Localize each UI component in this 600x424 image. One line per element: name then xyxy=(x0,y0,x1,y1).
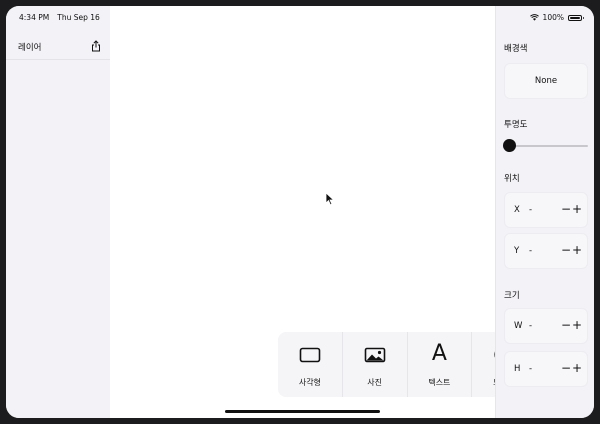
tool-photo-label: 사진 xyxy=(367,378,382,387)
tool-text-label: 텍스트 xyxy=(428,378,451,387)
h-increment-button[interactable]: + xyxy=(572,361,582,375)
size-label: 크기 xyxy=(504,291,520,301)
w-decrement-button[interactable]: − xyxy=(561,318,571,332)
tool-text[interactable]: A 텍스트 xyxy=(408,332,473,397)
slider-thumb[interactable] xyxy=(503,139,516,152)
status-bar: 4:34 PM Thu Sep 16 100% xyxy=(6,6,594,28)
layers-header: 레이어 xyxy=(6,35,110,60)
position-x-stepper: X - − + xyxy=(504,192,588,228)
background-color-button[interactable]: None xyxy=(504,63,588,99)
w-label: W xyxy=(514,321,523,331)
size-width-stepper: W - − + xyxy=(504,308,588,344)
position-y-stepper: Y - − + xyxy=(504,233,588,269)
tool-rectangle[interactable]: 사각형 xyxy=(278,332,343,397)
x-increment-button[interactable]: + xyxy=(572,202,582,216)
h-value: - xyxy=(529,364,533,374)
tool-rectangle-label: 사각형 xyxy=(298,378,321,387)
slider-track xyxy=(504,145,588,147)
battery-icon xyxy=(568,14,584,21)
status-date: Thu Sep 16 xyxy=(57,13,100,22)
layers-sidebar: 레이어 xyxy=(6,6,111,418)
y-axis-label: Y xyxy=(514,246,520,256)
w-increment-button[interactable]: + xyxy=(572,318,582,332)
battery-level xyxy=(570,16,580,19)
x-axis-label: X xyxy=(514,205,520,215)
photo-icon xyxy=(364,347,385,363)
x-value: - xyxy=(529,205,533,215)
background-color-value: None xyxy=(534,76,558,86)
pointer-cursor-icon xyxy=(325,192,335,206)
h-label: H xyxy=(514,364,521,374)
status-time: 4:34 PM xyxy=(19,13,50,22)
h-decrement-button[interactable]: − xyxy=(561,361,571,375)
y-value: - xyxy=(529,246,533,256)
y-decrement-button[interactable]: − xyxy=(561,243,571,257)
layers-title: 레이어 xyxy=(18,43,42,53)
wifi-icon xyxy=(529,14,539,21)
size-height-stepper: H - − + xyxy=(504,351,588,387)
drawing-canvas[interactable]: 사각형 사진 A 텍스트 드로잉 xyxy=(110,6,536,418)
properties-sidebar: 배경색 None 투명도 위치 X - − + Y - − + 크기 W - − xyxy=(495,6,594,418)
w-value: - xyxy=(529,321,533,331)
ipad-screen: 4:34 PM Thu Sep 16 100% 레이어 사각형 사진 A 텍스트… xyxy=(6,6,594,418)
position-label: 위치 xyxy=(504,174,520,184)
tool-photo[interactable]: 사진 xyxy=(343,332,408,397)
x-decrement-button[interactable]: − xyxy=(561,202,571,216)
y-increment-button[interactable]: + xyxy=(572,243,582,257)
opacity-label: 투명도 xyxy=(504,120,528,130)
rectangle-icon xyxy=(299,347,321,363)
home-indicator[interactable] xyxy=(225,410,380,413)
text-icon: A xyxy=(431,341,447,366)
share-icon[interactable] xyxy=(90,40,102,52)
opacity-slider[interactable] xyxy=(503,139,588,153)
battery-percent: 100% xyxy=(542,13,564,22)
background-label: 배경색 xyxy=(504,44,528,54)
